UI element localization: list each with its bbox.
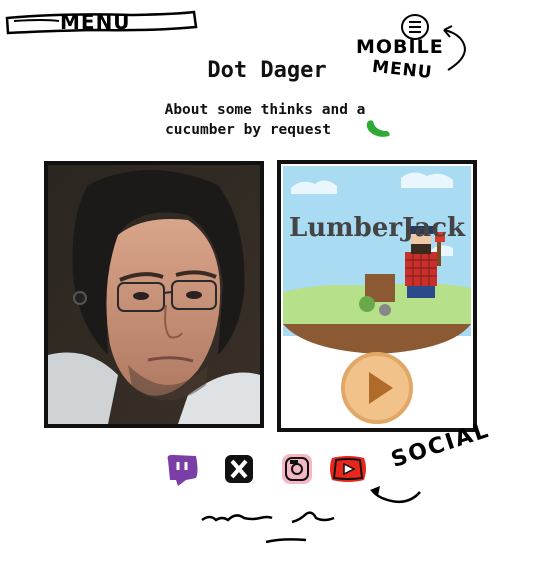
portrait-card[interactable]	[44, 161, 264, 428]
intro-text: About some thinks and a cucumber by requ…	[130, 100, 400, 140]
twitch-icon	[167, 454, 198, 486]
intro-line-2: cucumber by request	[165, 122, 331, 138]
instagram-link[interactable]	[280, 452, 314, 486]
game-card[interactable]: LumberJack	[277, 160, 477, 432]
page-title: Dot Dager	[207, 58, 327, 83]
x-link[interactable]	[222, 452, 256, 486]
curved-arrow-icon	[370, 486, 421, 504]
cucumber-icon	[366, 120, 390, 137]
youtube-link[interactable]	[328, 452, 366, 486]
youtube-icon	[330, 456, 366, 482]
instagram-icon	[282, 454, 312, 484]
portrait-image	[48, 165, 260, 424]
intro-line-1: About some thinks and a	[164, 102, 366, 118]
game-title: LumberJack	[289, 213, 466, 243]
x-icon	[225, 455, 253, 483]
twitch-link[interactable]	[166, 452, 200, 486]
lumberjack-game-image: LumberJack	[281, 164, 473, 428]
menu-label[interactable]: MENU	[60, 10, 131, 34]
footer-scribble	[201, 511, 335, 544]
